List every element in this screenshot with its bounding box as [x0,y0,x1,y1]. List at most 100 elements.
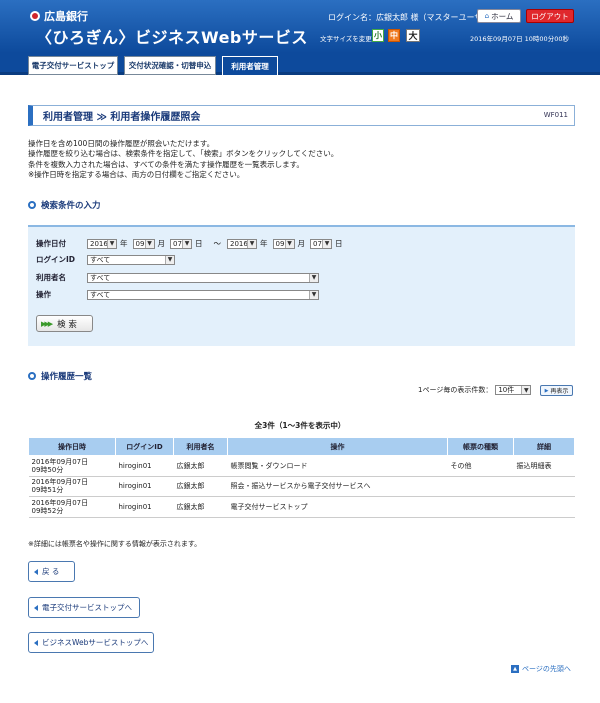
unit-day: 日 [335,239,343,248]
col-detail: 詳細 [513,437,575,456]
chevron-down-icon: ▼ [309,290,318,299]
cell-operation: 帳票閲覧・ダウンロード [227,455,448,477]
intro-line: 操作履歴を絞り込む場合は、検索条件を指定して、「検索」ボタンをクリックしてくださ… [28,149,339,159]
tab-denshi-top[interactable]: 電子交付サービストップ [28,56,118,75]
per-page-label: 1ページ毎の表示件数： [418,386,493,394]
result-count: 全3件（1～3件を表示中） [254,421,346,430]
service-name: 〈ひろぎん〉ビジネスWebサービス [36,28,308,47]
results-heading-text: 操作履歴一覧 [41,372,93,382]
fontsize-large-button[interactable]: 大 [406,29,420,42]
redisplay-label: 再表示 [550,388,569,395]
logout-button[interactable]: ログアウト [526,9,574,23]
table-row: 2016年09月07日 09時50分 hirogin01 広銀太郎 帳票閲覧・ダウ… [28,455,575,477]
home-label: ホーム [491,11,514,21]
login-id-select[interactable]: すべて ▼ [87,254,175,265]
from-month-select[interactable]: 09 ▼ [132,238,155,249]
from-year-select[interactable]: 2016 ▼ [87,238,117,249]
current-datetime: 2016年09月07日 10時00分00秒 [470,35,569,43]
chevron-down-icon: ▼ [521,386,531,394]
login-id-value: すべて [90,255,111,264]
search-panel: 操作日付 2016 ▼ 年 09 ▼ 月 07 ▼ 日 ～ 2016 ▼ 年 09 ▼ 月… [28,225,575,346]
chevron-down-icon: ▼ [182,239,191,248]
per-page-control: 1ページ毎の表示件数： 10件 ▼ [418,385,534,395]
search-button-label: 検 索 [57,319,77,330]
to-month-value: 09 [275,239,285,248]
op-label: 操作 [36,290,51,299]
cell-form-type: その他 [447,455,514,477]
col-user-name: 利用者名 [173,437,228,456]
bank-mark-icon [30,11,40,21]
detail-note: ※詳細には帳票名や操作に関する情報が表示されます。 [28,540,202,548]
to-month-select[interactable]: 09 ▼ [272,238,295,249]
login-name: ログイン名：広銀太郎 様（マスターユーザ） [328,13,491,22]
page-top-link[interactable]: ▲ ページの先頭へ [511,664,571,674]
arrow-left-icon [34,639,38,646]
cell-time: 09時51分 [31,486,64,495]
page-title-text: 利用者管理 ≫ 利用者操作履歴照会 [43,112,201,123]
cell-datetime: 2016年09月07日 09時51分 [28,476,116,497]
col-login-id: ログインID [115,437,174,456]
date-row: 操作日付 2016 ▼ 年 09 ▼ 月 07 ▼ 日 ～ 2016 ▼ 年 09 ▼ 月… [36,238,348,249]
cell-operation: 電子交付サービストップ [227,496,448,518]
search-heading: 検索条件の入力 [28,199,101,211]
arrow-left-icon [34,568,38,575]
per-page-value: 10件 [498,386,515,394]
fontsize-small-button[interactable]: 小 [372,29,384,42]
user-row: 利用者名 すべて ▼ [36,272,322,283]
search-heading-text: 検索条件の入力 [41,201,101,211]
operation-value: すべて [90,290,111,299]
unit-year: 年 [120,239,128,248]
search-button[interactable]: ▶▶▶ 検 索 [36,315,93,332]
operation-select[interactable]: すべて ▼ [87,289,319,300]
chevron-down-icon: ▼ [309,273,318,282]
page-title: 利用者管理 ≫ 利用者操作履歴照会 WF011 [28,105,575,126]
bizweb-top-label: ビジネスWebサービストップへ [42,638,149,647]
user-name-value: すべて [90,273,111,282]
header: 広島銀行 〈ひろぎん〉ビジネスWebサービス ログイン名：広銀太郎 様（マスター… [0,0,600,53]
per-page-select[interactable]: 10件 ▼ [495,385,532,395]
cell-detail: 振込明細表 [513,455,575,477]
denshi-top-label: 電子交付サービストップへ [42,603,132,612]
bizweb-top-link[interactable]: ビジネスWebサービストップへ [28,632,154,653]
cell-login-id: hirogin01 [115,476,174,497]
arrow-left-icon [34,604,38,611]
redisplay-button[interactable]: ▶ 再表示 [540,385,573,396]
intro-line: 条件を複数入力された場合は、すべての条件を満たす操作履歴を一覧表示します。 [28,159,304,169]
fontsize-label: 文字サイズを変更 [320,35,372,43]
cell-datetime: 2016年09月07日 09時52分 [28,496,116,518]
intro-line: 操作日を含め100日間の操作履歴が照会いただけます。 [28,139,215,148]
cell-user-name: 広銀太郎 [173,476,228,497]
cell-operation: 照会・振込サービスから電子交付サービスへ [227,476,448,497]
user-label: 利用者名 [36,273,66,282]
cell-detail [513,496,575,518]
date-label: 操作日付 [36,239,66,248]
login-row: ログインID すべて ▼ [36,254,178,265]
tab-status-confirm[interactable]: 交付状況確認・切替申込 [124,56,216,75]
user-name-select[interactable]: すべて ▼ [87,272,319,283]
col-form-type: 帳票の種類 [447,437,514,456]
cell-time: 09時50分 [31,465,64,474]
tab-user-management[interactable]: 利用者管理 [222,56,278,75]
unit-year: 年 [260,239,268,248]
chevron-down-icon: ▼ [284,239,294,248]
to-day-select[interactable]: 07 ▼ [310,238,332,249]
chevron-down-icon: ▼ [144,239,154,248]
back-label: 戻 る [42,567,60,576]
back-button[interactable]: 戻 る [28,561,75,582]
home-button[interactable]: ⌂ ホーム [477,9,521,23]
op-row: 操作 すべて ▼ [36,289,322,300]
table-row: 2016年09月07日 09時52分 hirogin01 広銀太郎 電子交付サービ… [28,496,575,518]
chevron-down-icon: ▼ [247,239,256,248]
to-year-select[interactable]: 2016 ▼ [227,238,257,249]
from-day-select[interactable]: 07 ▼ [170,238,192,249]
bank-logo: 広島銀行 [30,8,88,24]
unit-month: 月 [157,239,166,248]
cell-datetime: 2016年09月07日 09時50分 [28,455,116,477]
denshi-top-link[interactable]: 電子交付サービストップへ [28,597,140,618]
cell-date: 2016年09月07日 [31,498,89,507]
fontsize-medium-button[interactable]: 中 [388,29,400,42]
to-day-value: 07 [313,239,322,248]
to-year-value: 2016 [230,239,248,248]
range-tilde: ～ [213,239,222,248]
cell-user-name: 広銀太郎 [173,496,228,518]
